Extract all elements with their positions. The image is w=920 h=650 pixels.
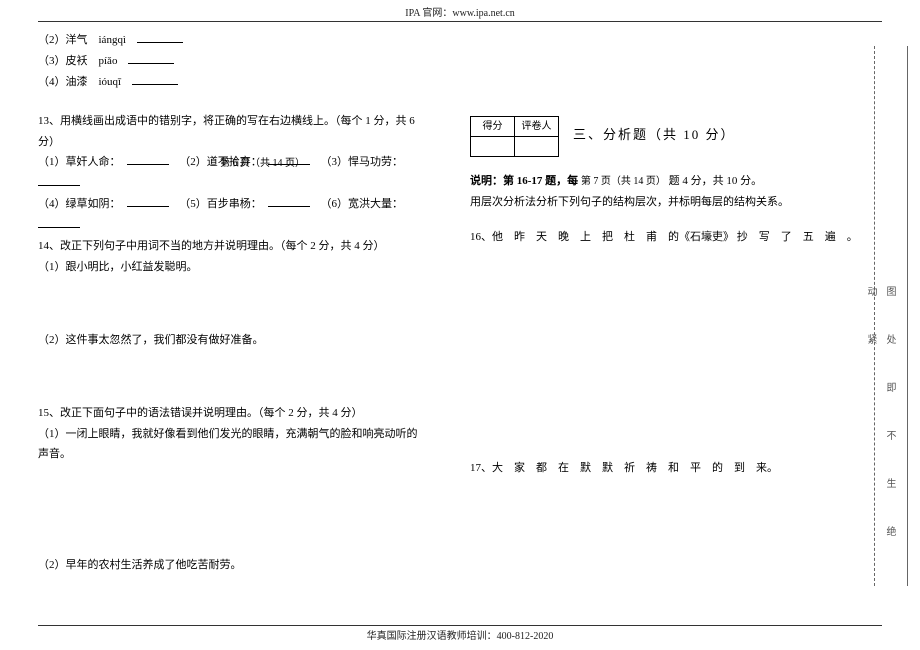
score-cell[interactable] xyxy=(471,137,515,157)
page-number-left: 第 6 页（共 14 页） xyxy=(220,154,305,173)
q14: 14、改正下列句子中用词不当的地方并说明理由。（每个 2 分，共 4 分） xyxy=(38,236,428,257)
score-col-1: 得分 xyxy=(471,117,515,137)
footer: 华真国际注册汉语教师培训：400-812-2020 xyxy=(0,627,920,642)
blank[interactable] xyxy=(127,195,169,207)
section-note: 用层次分析法分析下列句子的结构层次，并标明每层的结构关系。 xyxy=(470,192,860,213)
q13-row2: （4）绿草如阴： （5）百步串杨： （6）宽洪大量： xyxy=(38,194,428,236)
binding-strip: 图 处 即 不 生 绝 动 紧 xyxy=(874,46,908,586)
two-up-spread: （2）洋气 iángqì （3）皮袄 píǎo （4）油漆 ióuqī 13、用… xyxy=(0,26,920,606)
section-title: 三、分析题（共 10 分） xyxy=(573,123,736,148)
q16: 16、他 昨 天 晚 上 把 杜 甫 的《石壕吏》 抄 写 了 五 遍 。 xyxy=(470,227,860,248)
blank[interactable] xyxy=(268,195,310,207)
q14-1: （1）跟小明比，小红益发聪明。 xyxy=(38,257,428,278)
q17: 17、大 家 都 在 默 默 祈 祷 和 平 的 到 来。 xyxy=(470,458,860,479)
score-col-2: 评卷人 xyxy=(515,117,559,137)
blank[interactable] xyxy=(127,153,169,165)
blank[interactable] xyxy=(132,73,178,85)
q15: 15、改正下面句子中的语法错误并说明理由。（每个 2 分，共 4 分） xyxy=(38,403,428,424)
binding-text: 图 处 即 不 生 绝 动 紧 xyxy=(861,286,899,586)
item-12-3: （3）皮袄 píǎo xyxy=(38,51,428,72)
section-header-row: 得分 评卷人 三、分析题（共 10 分） xyxy=(470,108,860,163)
q13: 13、用横线画出成语中的错别字，将正确的写在右边横线上。（每个 1 分，共 6 … xyxy=(38,111,428,153)
blank[interactable] xyxy=(38,216,80,228)
site-header: IPA 官网：www.ipa.net.cn xyxy=(0,0,920,21)
page-number-right: 第 7 页（共 14 页） xyxy=(581,176,666,187)
q14-2: （2）这件事太忽然了，我们都没有做好准备。 xyxy=(38,330,428,351)
item-12-2: （2）洋气 iángqì xyxy=(38,30,428,51)
q15-2: （2）早年的农村生活养成了他吃苦耐劳。 xyxy=(38,555,428,576)
blank[interactable] xyxy=(128,52,174,64)
blank[interactable] xyxy=(137,31,183,43)
q15-1: （1）一闭上眼睛，我就好像看到他们发光的眼睛，充满朝气的脸和响亮动听的声音。 xyxy=(38,424,428,466)
blank[interactable] xyxy=(38,174,80,186)
right-page: 得分 评卷人 三、分析题（共 10 分） 说明：第 16-17 题，每 第 7 … xyxy=(456,26,920,606)
left-page: （2）洋气 iángqì （3）皮袄 píǎo （4）油漆 ióuqī 13、用… xyxy=(0,26,456,606)
item-12-4: （4）油漆 ióuqī xyxy=(38,72,428,93)
bottom-rule xyxy=(38,625,882,626)
section-desc: 说明：第 16-17 题，每 第 7 页（共 14 页） 题 4 分，共 10 … xyxy=(470,171,860,192)
score-table: 得分 评卷人 xyxy=(470,116,559,157)
grader-cell[interactable] xyxy=(515,137,559,157)
top-rule xyxy=(38,21,882,22)
